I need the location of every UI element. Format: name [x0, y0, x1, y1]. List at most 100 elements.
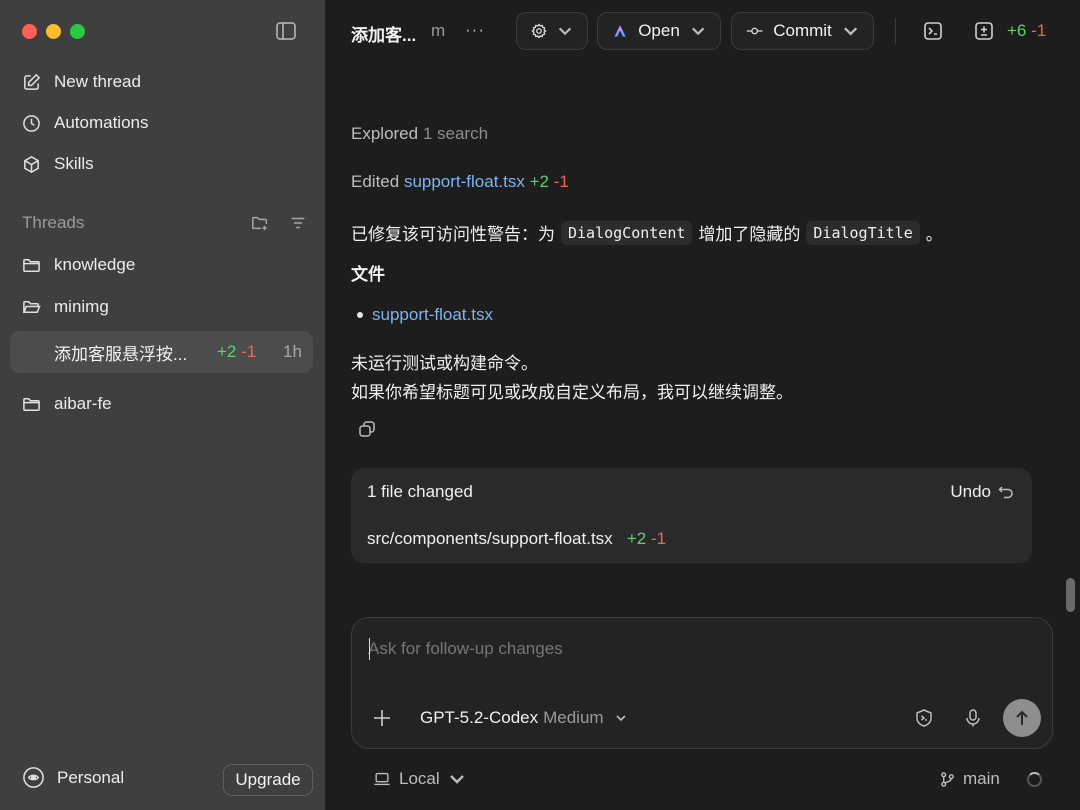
folder-open-icon: [22, 300, 41, 313]
editor-logo-icon: [614, 25, 626, 37]
inline-code: DialogContent: [561, 220, 693, 245]
total-diff[interactable]: +6 -1: [1007, 21, 1046, 41]
loading-spinner-icon: [1027, 772, 1042, 787]
folder-icon: [23, 258, 40, 272]
undo-icon: [998, 486, 1013, 499]
send-button[interactable]: [1003, 699, 1041, 737]
thread-removed: -1: [241, 342, 257, 361]
undo-label: Undo: [950, 482, 991, 501]
explored-label: Explored: [351, 124, 419, 143]
skills-button[interactable]: Skills: [22, 149, 94, 179]
top-bar: 添加客... m ··· Open Commit +6 -1: [325, 0, 1080, 64]
threads-heading: Threads: [22, 213, 85, 232]
folder-item-minimg[interactable]: minimg: [22, 292, 109, 322]
account-label: Personal: [57, 767, 125, 787]
total-added: +6: [1007, 21, 1027, 40]
cube-icon: [24, 155, 39, 173]
message-line: 未运行测试或构建命令。: [351, 354, 538, 373]
followup-input[interactable]: [368, 636, 1028, 662]
project-subtitle: m: [431, 21, 446, 40]
explored-detail: 1 search: [422, 124, 489, 143]
bullet-dot: [357, 312, 363, 318]
edited-label: Edited: [351, 172, 400, 191]
commit-dropdown[interactable]: Commit: [731, 12, 874, 50]
chevron-down-icon: [449, 775, 464, 784]
chevron-down-icon: [616, 715, 626, 722]
filter-icon[interactable]: [289, 214, 307, 232]
folder-label: knowledge: [54, 255, 136, 274]
new-folder-icon[interactable]: [251, 214, 269, 232]
account-switcher[interactable]: Personal: [22, 766, 124, 789]
changes-card: 1 file changed Undo src/components/suppo…: [351, 468, 1032, 563]
permissions-icon[interactable]: [914, 708, 934, 728]
model-name: GPT-5.2-Codex: [420, 708, 539, 727]
undo-button[interactable]: Undo: [950, 482, 1014, 502]
git-branch-icon: [941, 771, 954, 787]
changed-file-row[interactable]: src/components/support-float.tsx +2 -1: [367, 529, 666, 549]
copy-icon[interactable]: [358, 420, 376, 438]
thread-item-active[interactable]: 添加客服悬浮按... +2 -1 1h: [10, 331, 313, 373]
automations-button[interactable]: Automations: [22, 108, 149, 138]
edited-file-link[interactable]: support-float.tsx: [404, 172, 525, 191]
environment-selector[interactable]: Local: [373, 769, 466, 789]
folder-label: minimg: [54, 297, 109, 316]
new-thread-button[interactable]: New thread: [22, 67, 141, 97]
thread-diff: +2 -1: [217, 342, 256, 362]
folder-item-knowledge[interactable]: knowledge: [22, 250, 135, 280]
threads-header: Threads: [22, 210, 307, 236]
chevron-down-icon: [691, 27, 705, 36]
edited-removed: -1: [553, 172, 569, 191]
account-icon: [23, 767, 44, 788]
model-selector[interactable]: GPT-5.2-Codex Medium: [420, 708, 627, 728]
arrow-up-icon: [1016, 710, 1028, 725]
minimize-window-button[interactable]: [46, 24, 61, 39]
microphone-icon[interactable]: [963, 708, 983, 728]
open-label: Open: [638, 21, 680, 40]
open-dropdown[interactable]: Open: [597, 12, 721, 50]
sidebar: New thread Automations Skills Threads kn…: [0, 0, 325, 810]
scrollbar-thumb[interactable]: [1066, 578, 1075, 612]
gear-icon: [531, 23, 547, 39]
thread-added: +2: [217, 342, 237, 361]
inline-code: DialogTitle: [806, 220, 920, 245]
zoom-window-button[interactable]: [70, 24, 85, 39]
changed-file-path: src/components/support-float.tsx: [367, 529, 613, 548]
branch-name: main: [963, 769, 1000, 788]
edited-added: +2: [529, 172, 550, 191]
chevron-down-icon: [843, 27, 857, 36]
status-bar: Local main: [325, 764, 1080, 796]
more-options-button[interactable]: ···: [465, 20, 485, 40]
file-list-item: support-float.tsx: [357, 305, 493, 325]
reasoning-effort: Medium: [543, 708, 604, 727]
folder-item-aibar-fe[interactable]: aibar-fe: [22, 389, 112, 419]
laptop-icon: [374, 772, 390, 786]
terminal-icon[interactable]: [923, 21, 943, 41]
sidebar-toggle-icon[interactable]: [276, 22, 296, 40]
explored-status[interactable]: Explored 1 search: [351, 124, 488, 144]
upgrade-button[interactable]: Upgrade: [223, 764, 313, 796]
toolbar-divider: [895, 18, 896, 44]
total-removed: -1: [1031, 21, 1047, 40]
clock-icon: [23, 114, 40, 132]
assistant-followup: 未运行测试或构建命令。 如果你希望标题可见或改成自定义布局，我可以继续调整。: [351, 349, 793, 407]
settings-dropdown[interactable]: [516, 12, 588, 50]
message-text: 增加了隐藏的: [698, 225, 801, 244]
file-link[interactable]: support-float.tsx: [372, 305, 493, 325]
composer: GPT-5.2-Codex Medium: [351, 617, 1053, 749]
diff-panel-icon[interactable]: [974, 21, 994, 41]
files-heading: 文件: [351, 265, 385, 284]
window-controls: [22, 24, 85, 39]
nav-label: Automations: [54, 113, 149, 132]
branch-selector[interactable]: main: [939, 769, 1000, 789]
message-line: 如果你希望标题可见或改成自定义布局，我可以继续调整。: [351, 383, 793, 402]
plus-icon[interactable]: [372, 708, 392, 728]
project-title: 添加客...: [351, 26, 417, 45]
changes-title: 1 file changed: [367, 482, 473, 501]
folder-label: aibar-fe: [54, 394, 112, 413]
close-window-button[interactable]: [22, 24, 37, 39]
chevron-down-icon: [558, 27, 572, 36]
edited-status: Edited support-float.tsx +2 -1: [351, 172, 569, 192]
main-panel: 添加客... m ··· Open Commit +6 -1 Explored …: [325, 0, 1080, 810]
thread-title: 添加客服悬浮按...: [54, 344, 188, 364]
commit-label: Commit: [773, 21, 832, 40]
